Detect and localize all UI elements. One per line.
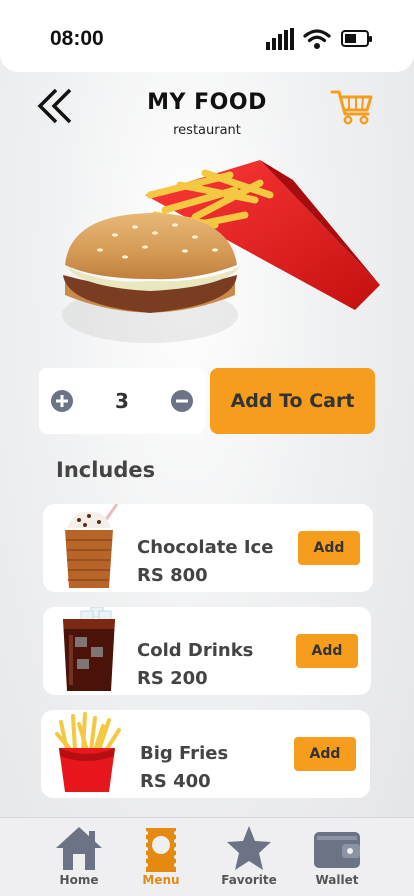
tab-label: Menu (142, 873, 180, 887)
battery-icon (341, 30, 372, 47)
home-icon (56, 827, 102, 870)
menu-icon (144, 828, 178, 872)
tab-wallet[interactable]: Wallet (292, 818, 382, 896)
fries-icon (55, 712, 121, 792)
item-name: Big Fries (140, 743, 229, 764)
tab-menu[interactable]: Menu (116, 818, 206, 896)
signal-icon (266, 28, 294, 50)
add-item-button[interactable]: Add (298, 531, 360, 565)
item-price: RS 400 (140, 771, 211, 792)
tab-label: Home (59, 873, 99, 887)
wifi-icon (303, 29, 331, 49)
list-item: Chocolate Ice RS 800 Add (43, 504, 373, 592)
list-item: Big Fries RS 400 Add (41, 710, 370, 798)
bottom-tab-bar: Home Menu Favorite Wallet (0, 817, 414, 896)
tab-label: Favorite (221, 873, 277, 887)
item-price: RS 800 (137, 565, 208, 586)
item-name: Chocolate Ice (137, 537, 274, 558)
cart-icon[interactable] (330, 84, 374, 128)
chocolate-drink-icon (65, 504, 119, 588)
star-icon (227, 826, 271, 870)
item-name: Cold Drinks (137, 640, 254, 661)
minus-icon[interactable] (171, 390, 193, 412)
wallet-icon (314, 832, 360, 868)
list-item: Cold Drinks RS 200 Add (43, 607, 371, 695)
quantity-value: 3 (115, 389, 129, 413)
burger-fries-image (62, 160, 380, 343)
add-item-button[interactable]: Add (296, 634, 358, 668)
quantity-stepper: 3 (39, 368, 205, 434)
tab-home[interactable]: Home (34, 818, 124, 896)
includes-heading: Includes (56, 458, 156, 482)
status-bar: 08:00 (0, 0, 414, 72)
cola-glass-icon (63, 607, 115, 691)
status-time: 08:00 (50, 27, 104, 50)
tab-favorite[interactable]: Favorite (204, 818, 294, 896)
add-item-button[interactable]: Add (294, 737, 356, 771)
add-to-cart-button[interactable]: Add To Cart (210, 368, 375, 434)
plus-icon[interactable] (51, 390, 73, 412)
tab-label: Wallet (315, 873, 359, 887)
item-price: RS 200 (137, 668, 208, 689)
